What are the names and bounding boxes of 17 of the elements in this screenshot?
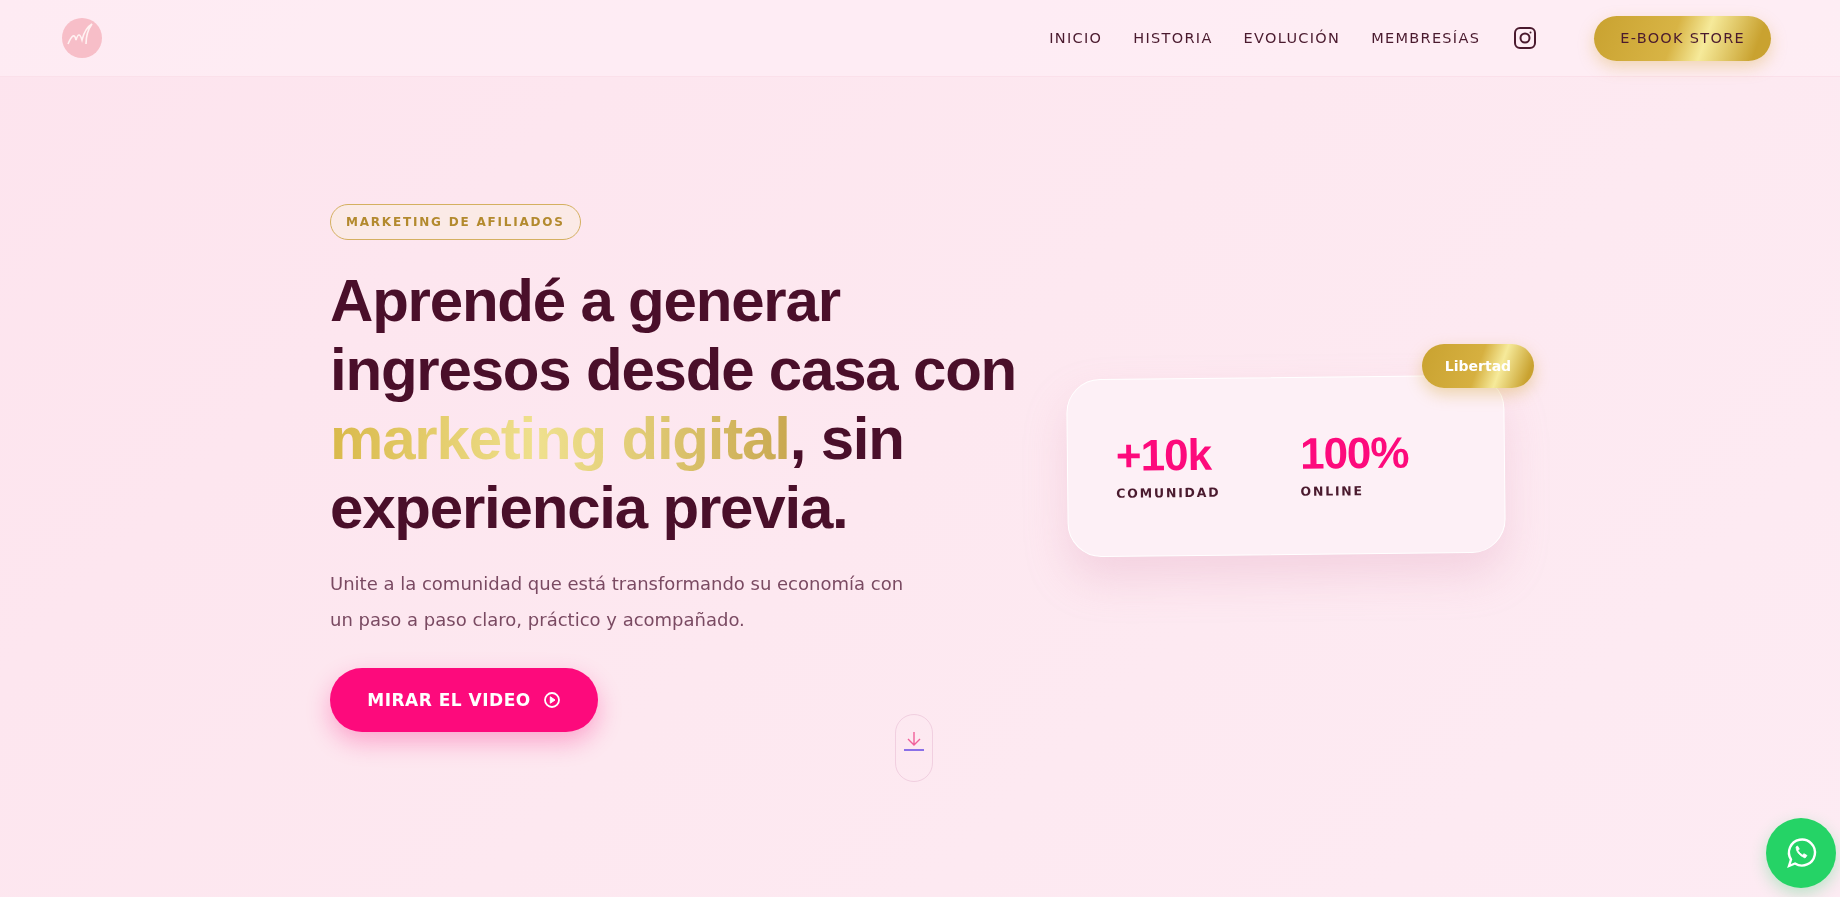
play-icon: [542, 691, 561, 709]
nav-link[interactable]: MEMBRESÍAS: [1371, 30, 1481, 46]
nav-link[interactable]: EVOLUCIÓN: [1243, 30, 1341, 46]
whatsapp-button[interactable]: [1766, 818, 1836, 888]
nav-link[interactable]: INICIO: [1049, 30, 1103, 46]
hero-subtitle: Unite a la comunidad que está transformando su economía con un paso a paso claro, práctico y acompañado.: [330, 572, 905, 632]
card-badge: Libertad: [1422, 344, 1534, 388]
instagram-icon[interactable]: [1513, 26, 1538, 50]
stat-value: +10k: [1115, 430, 1213, 480]
watch-video-button[interactable]: MIRAR EL VIDEO: [330, 668, 598, 732]
store-button[interactable]: E-BOOK STORE: [1594, 15, 1771, 61]
stat-label: COMUNIDAD: [1116, 484, 1221, 501]
hero-headline: Aprendé a generar ingresos desde casa con marketing digital, sin experiencia previa.: [330, 266, 1018, 542]
category-tag: MARKETING DE AFILIADOS: [330, 204, 581, 240]
stat-value: 100%: [1299, 428, 1409, 478]
nav-link[interactable]: HISTORIA: [1133, 30, 1213, 46]
stat-label: ONLINE: [1300, 482, 1365, 499]
